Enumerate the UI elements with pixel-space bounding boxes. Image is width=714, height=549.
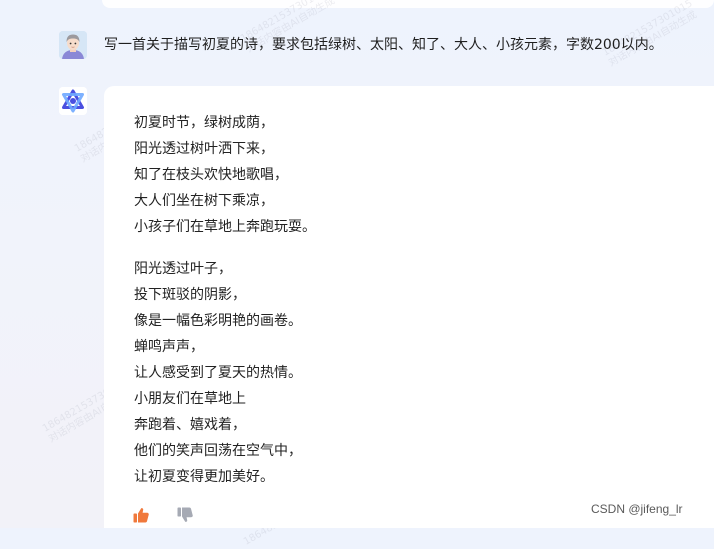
csdn-credit: CSDN @jifeng_lr [591,502,683,516]
previous-card-edge [102,0,714,8]
poem-line: 让人感受到了夏天的热情。 [134,365,302,381]
poem-line: 小孩子们在草地上奔跑玩耍。 [134,219,316,235]
poem-line: 阳光透过树叶洒下来， [134,141,274,157]
assistant-logo-icon [59,87,87,115]
dislike-button[interactable] [176,506,194,524]
poem-line: 阳光透过叶子， [134,261,232,277]
poem-line: 蝉鸣声声， [134,339,204,355]
stanza-gap [134,240,316,256]
poem: 初夏时节，绿树成荫， 阳光透过树叶洒下来， 知了在枝头欢快地歌唱， 大人们坐在树… [134,110,316,490]
user-avatar-icon [59,31,87,59]
thumbs-up-icon [133,508,149,523]
like-button[interactable] [132,506,150,524]
poem-line: 小朋友们在草地上 [134,391,246,407]
poem-line: 像是一幅色彩明艳的画卷。 [134,313,302,329]
poem-line: 他们的笑声回荡在空气中， [134,443,302,459]
poem-line: 大人们坐在树下乘凉， [134,193,274,209]
poem-line: 投下斑驳的阴影， [134,287,246,303]
user-message-text: 写一首关于描写初夏的诗，要求包括绿树、太阳、知了、大人、小孩元素，字数200以内… [104,37,663,53]
poem-line: 奔跑着、嬉戏着， [134,417,246,433]
poem-line: 让初夏变得更加美好。 [134,469,274,485]
poem-line: 初夏时节，绿树成荫， [134,115,274,131]
assistant-answer-card: 初夏时节，绿树成荫， 阳光透过树叶洒下来， 知了在枝头欢快地歌唱， 大人们坐在树… [104,86,714,528]
user-message: 写一首关于描写初夏的诗，要求包括绿树、太阳、知了、大人、小孩元素，字数200以内… [0,28,714,64]
poem-line: 知了在枝头欢快地歌唱， [134,167,288,183]
thumbs-down-icon [177,507,193,522]
